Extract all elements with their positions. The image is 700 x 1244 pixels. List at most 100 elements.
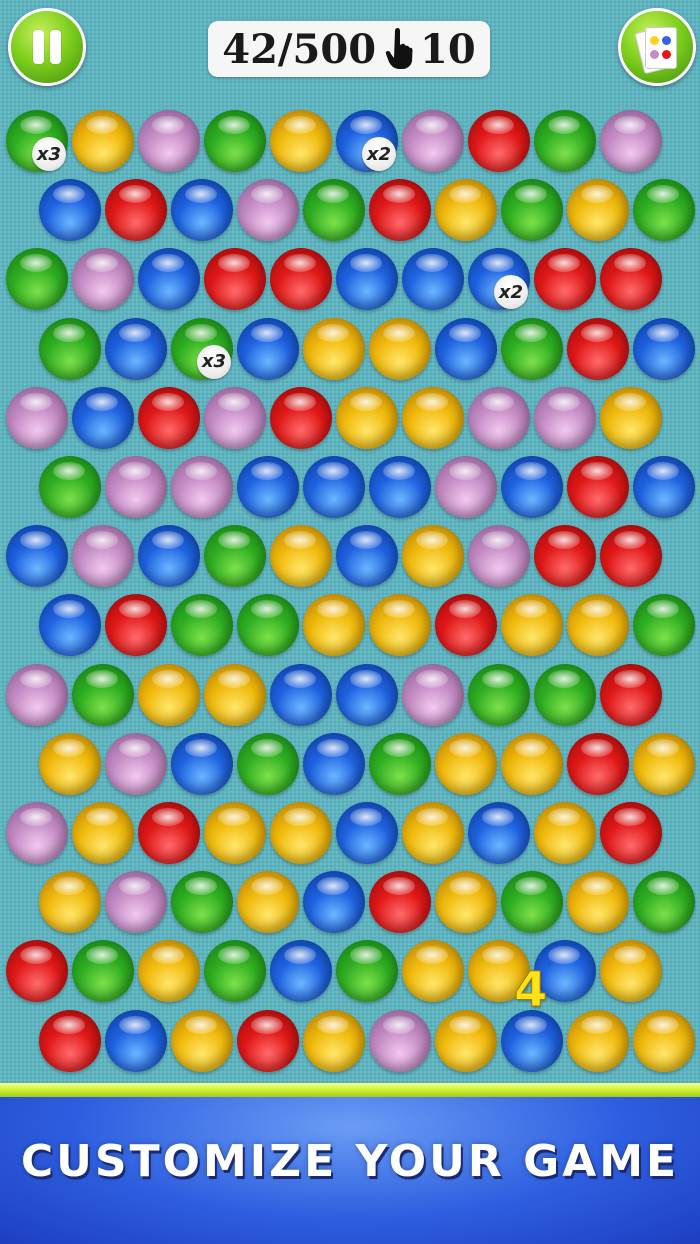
ball-purple[interactable] bbox=[105, 456, 167, 518]
ball-yellow[interactable] bbox=[138, 663, 200, 726]
ball-blue[interactable] bbox=[105, 1009, 167, 1072]
ball-green[interactable] bbox=[171, 871, 233, 934]
ball-blue[interactable] bbox=[138, 248, 200, 311]
ball-yellow[interactable] bbox=[336, 386, 398, 449]
ball-purple[interactable] bbox=[6, 663, 68, 726]
ball-green[interactable] bbox=[39, 456, 101, 518]
ball-purple[interactable] bbox=[402, 663, 464, 726]
ball-blue[interactable] bbox=[468, 802, 530, 864]
ball-purple[interactable] bbox=[72, 525, 134, 588]
ball-green[interactable] bbox=[534, 110, 596, 172]
ball-green[interactable] bbox=[303, 179, 365, 242]
ball-blue[interactable] bbox=[303, 456, 365, 518]
ball-yellow[interactable] bbox=[303, 317, 365, 380]
ball-blue[interactable] bbox=[270, 663, 332, 726]
ball-yellow[interactable] bbox=[435, 732, 497, 795]
ball-red[interactable] bbox=[534, 525, 596, 588]
ball-blue[interactable] bbox=[39, 594, 101, 657]
ball-green[interactable] bbox=[501, 179, 563, 242]
ball-purple[interactable] bbox=[6, 802, 68, 864]
color-deck-button[interactable] bbox=[618, 8, 696, 86]
ball-yellow[interactable] bbox=[567, 1009, 629, 1072]
ball-green[interactable] bbox=[204, 525, 266, 588]
ball-yellow[interactable] bbox=[435, 871, 497, 934]
ball-blue[interactable] bbox=[72, 386, 134, 449]
ball-blue[interactable] bbox=[501, 1009, 563, 1072]
ball-purple[interactable] bbox=[72, 248, 134, 311]
ball-red[interactable] bbox=[567, 456, 629, 518]
ball-blue[interactable] bbox=[336, 248, 398, 311]
ball-red[interactable] bbox=[567, 732, 629, 795]
ball-red[interactable] bbox=[567, 317, 629, 380]
ball-green[interactable] bbox=[633, 179, 695, 242]
ball-purple[interactable] bbox=[369, 1009, 431, 1072]
ball-green[interactable] bbox=[171, 594, 233, 657]
ball-yellow[interactable] bbox=[567, 594, 629, 657]
ball-yellow[interactable] bbox=[204, 663, 266, 726]
ball-green[interactable] bbox=[501, 317, 563, 380]
ball-red[interactable] bbox=[600, 525, 662, 588]
ball-red[interactable] bbox=[435, 594, 497, 657]
ball-red[interactable] bbox=[369, 871, 431, 934]
ball-blue[interactable] bbox=[633, 317, 695, 380]
ball-purple[interactable] bbox=[402, 110, 464, 172]
ball-purple[interactable] bbox=[105, 871, 167, 934]
ball-yellow[interactable] bbox=[501, 594, 563, 657]
ball-green[interactable] bbox=[534, 663, 596, 726]
ball-yellow[interactable] bbox=[138, 940, 200, 1003]
ball-blue[interactable] bbox=[138, 525, 200, 588]
ball-green[interactable] bbox=[6, 248, 68, 311]
pause-button[interactable] bbox=[8, 8, 86, 86]
ball-yellow[interactable] bbox=[534, 802, 596, 864]
ball-red[interactable] bbox=[204, 248, 266, 311]
ball-green[interactable] bbox=[369, 732, 431, 795]
ball-green[interactable] bbox=[204, 110, 266, 172]
ball-yellow[interactable] bbox=[237, 871, 299, 934]
ball-yellow[interactable] bbox=[303, 1009, 365, 1072]
ball-blue[interactable] bbox=[336, 525, 398, 588]
ball-blue[interactable] bbox=[336, 663, 398, 726]
ball-green[interactable] bbox=[633, 594, 695, 657]
ball-yellow[interactable] bbox=[171, 1009, 233, 1072]
ball-red[interactable] bbox=[468, 110, 530, 172]
ball-red[interactable] bbox=[105, 179, 167, 242]
ball-purple[interactable] bbox=[138, 110, 200, 172]
ball-red[interactable] bbox=[534, 248, 596, 311]
ball-red[interactable] bbox=[600, 663, 662, 726]
ball-blue[interactable] bbox=[105, 317, 167, 380]
ball-blue[interactable] bbox=[6, 525, 68, 588]
ball-yellow[interactable] bbox=[402, 386, 464, 449]
ball-blue[interactable] bbox=[39, 179, 101, 242]
ball-red[interactable] bbox=[369, 179, 431, 242]
ball-purple[interactable] bbox=[468, 386, 530, 449]
ball-purple[interactable] bbox=[435, 456, 497, 518]
ball-yellow[interactable] bbox=[402, 525, 464, 588]
ball-red[interactable] bbox=[600, 802, 662, 864]
ball-blue[interactable] bbox=[402, 248, 464, 311]
ball-red[interactable] bbox=[237, 1009, 299, 1072]
ball-yellow[interactable] bbox=[270, 110, 332, 172]
ball-yellow[interactable] bbox=[435, 179, 497, 242]
ball-purple[interactable] bbox=[204, 386, 266, 449]
ball-red[interactable] bbox=[105, 594, 167, 657]
ball-yellow[interactable] bbox=[633, 732, 695, 795]
ball-green[interactable] bbox=[204, 940, 266, 1003]
ball-blue[interactable] bbox=[237, 456, 299, 518]
ball-red[interactable] bbox=[138, 386, 200, 449]
ball-blue[interactable] bbox=[369, 456, 431, 518]
ball-yellow[interactable] bbox=[369, 594, 431, 657]
ball-yellow[interactable] bbox=[435, 1009, 497, 1072]
ball-yellow[interactable] bbox=[270, 802, 332, 864]
ball-green[interactable] bbox=[501, 871, 563, 934]
ball-yellow[interactable] bbox=[567, 871, 629, 934]
ball-purple[interactable] bbox=[105, 732, 167, 795]
ball-purple[interactable] bbox=[534, 386, 596, 449]
ball-yellow[interactable] bbox=[402, 802, 464, 864]
ball-blue[interactable] bbox=[303, 871, 365, 934]
ball-yellow[interactable] bbox=[72, 802, 134, 864]
ball-green[interactable] bbox=[39, 317, 101, 380]
ball-blue[interactable] bbox=[270, 940, 332, 1003]
ball-yellow[interactable] bbox=[600, 940, 662, 1003]
ball-red[interactable] bbox=[138, 802, 200, 864]
ball-purple[interactable] bbox=[171, 456, 233, 518]
